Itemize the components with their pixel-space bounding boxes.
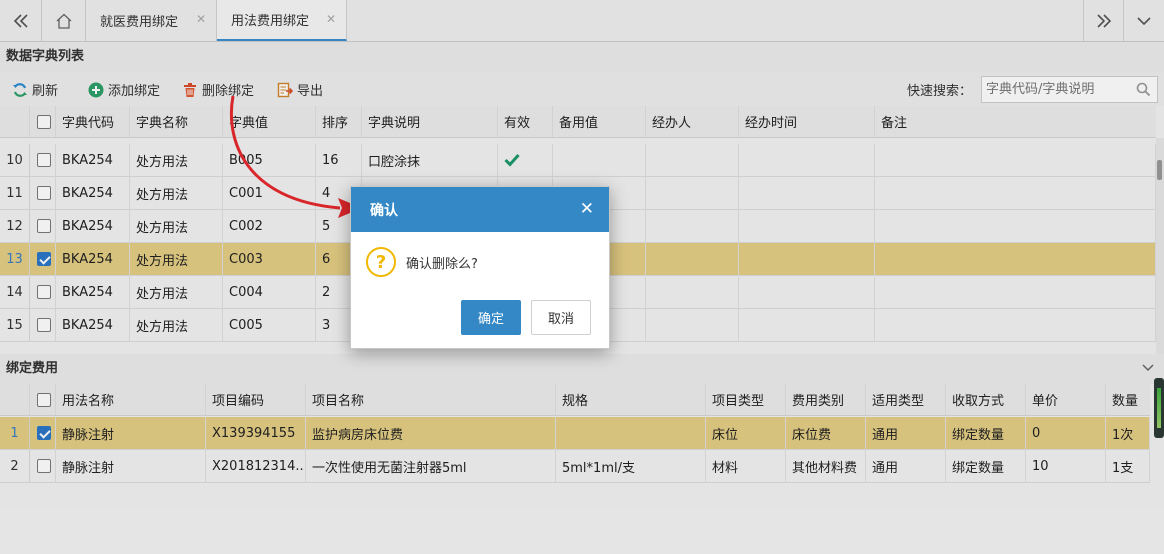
ok-button[interactable]: 确定 (461, 300, 521, 335)
confirm-dialog: 确认 ✕ ? 确认删除么? 确定 取消 (350, 186, 610, 349)
dialog-title: 确认 (370, 202, 398, 219)
cancel-button[interactable]: 取消 (531, 300, 591, 335)
dialog-header: 确认 ✕ (351, 187, 609, 232)
close-icon[interactable]: ✕ (580, 199, 594, 219)
dialog-body: ? 确认删除么? (351, 232, 609, 292)
dialog-message: 确认删除么? (406, 256, 478, 272)
app-root: 就医费用绑定 ✕ 用法费用绑定 ✕ 数据字典列表 刷新 添加绑定 删除绑定 导出… (0, 0, 1164, 554)
question-icon: ? (366, 247, 396, 277)
